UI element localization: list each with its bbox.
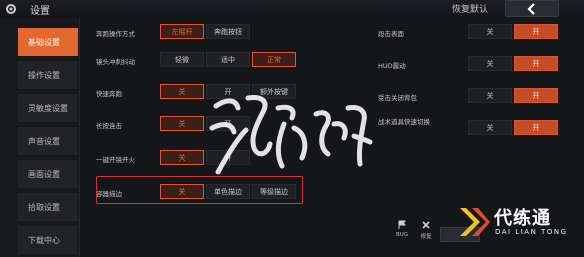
gear-icon <box>6 4 16 14</box>
setting-label: HUD震动 <box>378 62 406 70</box>
restore-defaults-button[interactable]: 恢复默认 <box>445 1 495 16</box>
setting-label: 长按连击 <box>96 122 122 130</box>
option-button[interactable]: 适中 <box>206 52 250 67</box>
sidebar: 基础设置 操作设置 灵敏度设置 声音设置 画面设置 拾取设置 下载中心 <box>0 18 80 257</box>
option-button[interactable]: 开 <box>514 88 558 103</box>
option-button[interactable]: 开 <box>514 56 558 71</box>
brand-logo: 代练通 DAI LIAN TONG <box>452 198 584 255</box>
option-button[interactable]: 关 <box>468 88 512 103</box>
setting-label: 快速奔跑 <box>96 90 122 98</box>
sidebar-item-sensitivity[interactable]: 灵敏度设置 <box>18 94 78 122</box>
sidebar-item-download[interactable]: 下载中心 <box>18 226 78 254</box>
option-button[interactable]: 开 <box>514 120 558 135</box>
option-button[interactable]: 关 <box>468 24 512 39</box>
setting-label: 奔跑操作方式 <box>96 30 135 38</box>
bug-label: BUG <box>395 232 409 238</box>
logo-text: 代练通 <box>494 208 551 229</box>
sidebar-item-sound[interactable]: 声音设置 <box>18 127 78 155</box>
repair-label: 修复 <box>420 234 432 240</box>
top-bar: 设置 恢复默认 <box>0 0 584 18</box>
option-button[interactable]: 奔跑按钮 <box>206 24 250 39</box>
sidebar-item-basic[interactable]: 基础设置 <box>18 28 78 56</box>
wrench-icon <box>422 221 430 229</box>
option-button[interactable]: 轻微 <box>160 52 204 67</box>
sidebar-item-graphics[interactable]: 画面设置 <box>18 160 78 188</box>
flag-icon <box>398 220 406 229</box>
option-button[interactable]: 关 <box>160 150 204 165</box>
bug-report-button[interactable]: BUG <box>392 220 412 238</box>
option-button[interactable]: 正常 <box>252 52 296 67</box>
setting-label: 段击表面 <box>378 30 404 38</box>
setting-label: 镜头冲刺抖动 <box>96 58 135 66</box>
page-title: 设置 <box>30 6 50 17</box>
option-button[interactable]: 关 <box>468 120 512 135</box>
watermark-graphic <box>209 95 373 175</box>
setting-label: 一键开镜开火 <box>96 156 135 164</box>
setting-label: 战术道具快速切换 <box>378 118 430 126</box>
back-button[interactable] <box>505 0 559 17</box>
option-button[interactable]: 左摇杆 <box>160 24 204 39</box>
option-button[interactable]: 关 <box>468 56 512 71</box>
logo-subtext: DAI LIAN TONG <box>495 228 568 236</box>
option-button[interactable]: 开 <box>514 24 558 39</box>
chevron-left-icon <box>527 2 535 15</box>
option-button[interactable]: 关 <box>160 84 204 99</box>
option-button[interactable]: 关 <box>160 116 204 131</box>
sidebar-item-controls[interactable]: 操作设置 <box>18 61 78 89</box>
sidebar-item-pickup[interactable]: 拾取设置 <box>18 193 78 221</box>
repair-button[interactable]: 修复 <box>416 220 436 240</box>
logo-mark-icon <box>460 208 490 236</box>
setting-label: 受击关闭背包 <box>378 94 417 102</box>
highlight-frame <box>96 176 303 204</box>
